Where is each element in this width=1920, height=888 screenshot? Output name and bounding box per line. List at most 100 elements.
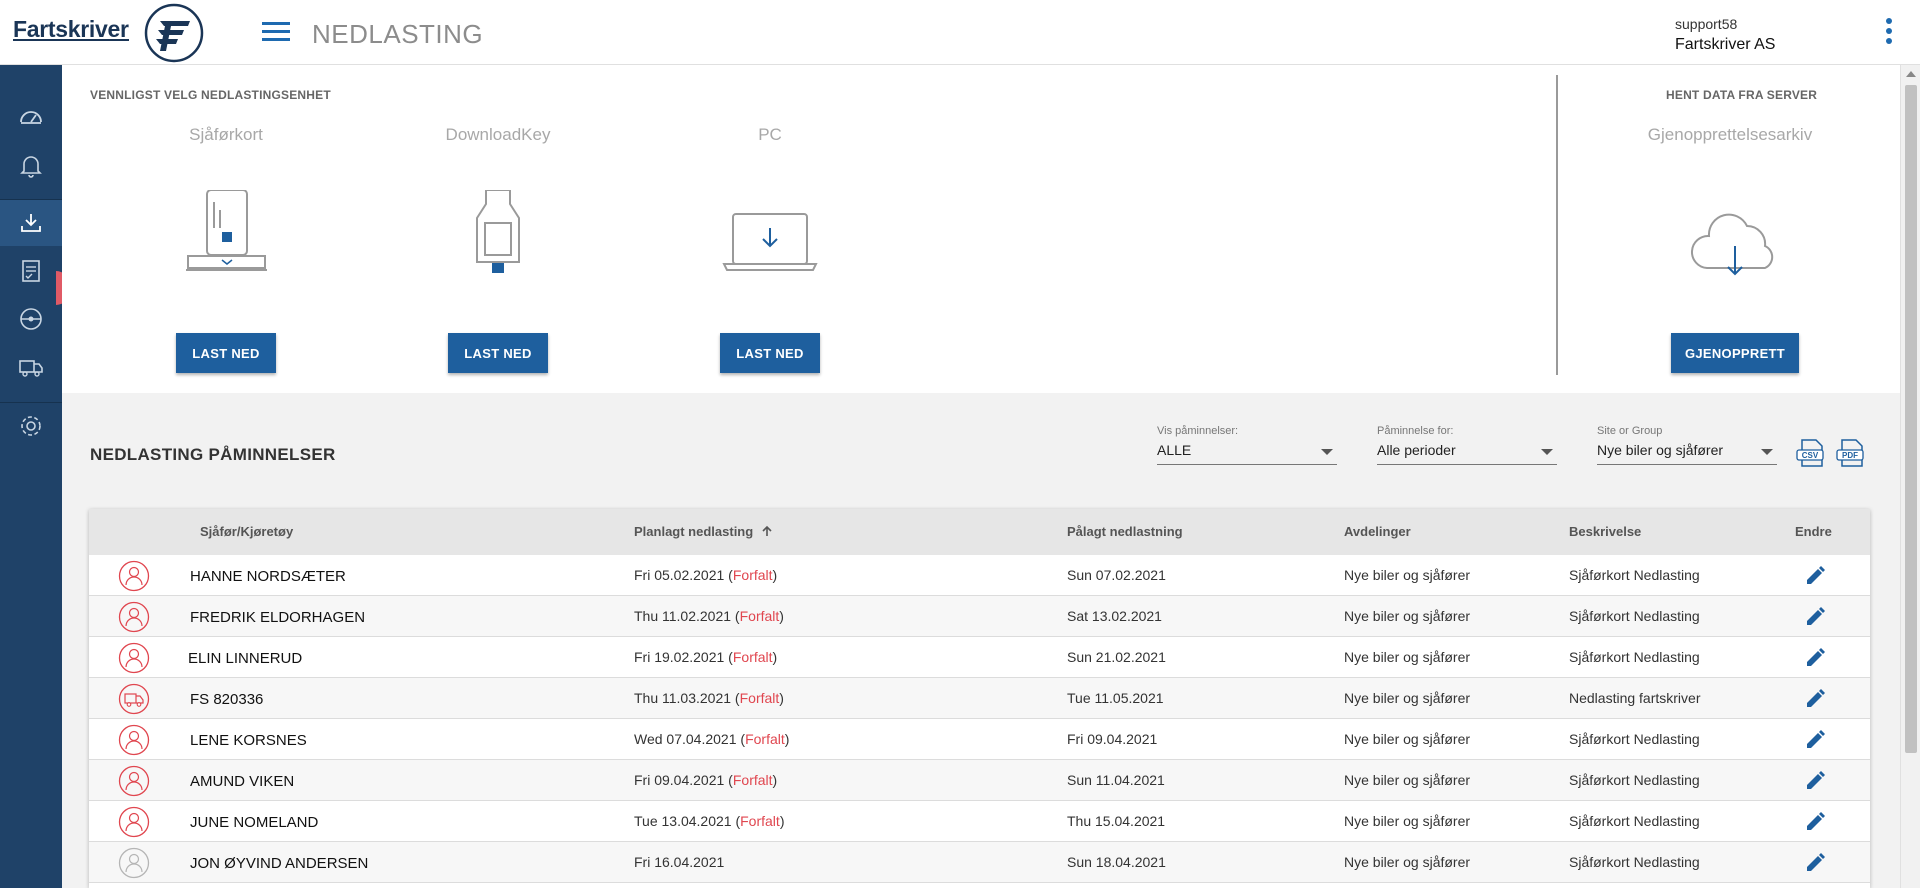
driver-avatar-icon: [118, 724, 150, 756]
row-name[interactable]: JUNE NOMELAND: [190, 814, 318, 831]
row-planned-date: Tue 13.04.2021 (Forfalt): [634, 813, 784, 829]
overdue-badge: (Forfalt): [724, 772, 778, 788]
filter-value: ALLE: [1157, 442, 1192, 458]
report-icon: [22, 260, 40, 282]
row-required-date: Sun 11.04.2021: [1067, 772, 1165, 788]
table-row[interactable]: LENE KORSNES Wed 07.04.2021 (Forfalt) Fri …: [89, 719, 1870, 760]
laptop-download-icon: [722, 213, 818, 271]
download-panel: VENNLIGST VELG NEDLASTINGSENHET Sjåførko…: [62, 65, 1900, 393]
download-key-icon: [476, 190, 520, 273]
planned-date: Wed 07.04.2021: [634, 731, 737, 747]
row-planned-date: Fri 19.02.2021 (Forfalt): [634, 649, 777, 665]
sidebar-item-settings[interactable]: [0, 403, 62, 449]
show-reminders-select[interactable]: Vis påminnelser: ALLE: [1157, 425, 1337, 465]
page-title: NEDLASTING: [312, 19, 484, 49]
csv-label: CSV: [1802, 451, 1819, 460]
download-key-button[interactable]: LAST NED: [448, 333, 548, 373]
row-department: Nye biler og sjåfører: [1344, 608, 1471, 624]
planned-date: Tue 13.04.2021: [634, 813, 732, 829]
row-required-date: Sun 18.04.2021: [1067, 854, 1166, 870]
site-group-select[interactable]: Site or Group Nye biler og sjåfører: [1597, 425, 1777, 465]
row-planned-date: Thu 11.02.2021 (Forfalt): [634, 608, 784, 624]
menu-toggle-button[interactable]: [262, 22, 290, 44]
device-title: Gjenopprettelsesarkiv: [1647, 125, 1813, 144]
column-header-planned[interactable]: Planlagt nedlasting: [634, 524, 773, 539]
edit-pencil-icon[interactable]: [1804, 852, 1826, 874]
sidebar-item-reports[interactable]: [0, 248, 62, 294]
restore-button[interactable]: GJENOPPRETT: [1671, 333, 1799, 373]
sidebar-item-notifications[interactable]: [0, 143, 62, 189]
row-description: Sjåførkort Nedlasting: [1569, 567, 1700, 583]
row-required-date: Sun 07.02.2021: [1067, 567, 1166, 583]
sidebar-item-dashboard[interactable]: [0, 94, 62, 140]
row-department: Nye biler og sjåfører: [1344, 772, 1471, 788]
planned-date: Fri 09.04.2021: [634, 772, 725, 788]
server-section-heading: HENT DATA FRA SERVER: [1666, 88, 1818, 102]
row-name[interactable]: FS 820336: [190, 691, 263, 708]
pdf-label: PDF: [1842, 451, 1858, 460]
section-divider: [1556, 75, 1558, 375]
download-pc-button[interactable]: LAST NED: [720, 333, 820, 373]
user-info[interactable]: support58 Fartskriver AS: [1675, 16, 1775, 54]
table-row[interactable]: FS 820336 Thu 11.03.2021 (Forfalt) Tue 11.…: [89, 678, 1870, 719]
edit-pencil-icon[interactable]: [1804, 811, 1826, 833]
row-description: Sjåførkort Nedlasting: [1569, 813, 1700, 829]
row-name[interactable]: LENE KORSNES: [190, 732, 307, 749]
gear-icon: [21, 416, 41, 436]
column-header-description[interactable]: Beskrivelse: [1569, 524, 1641, 539]
table-row[interactable]: JUNE NOMELAND Tue 13.04.2021 (Forfalt) Thu…: [89, 801, 1870, 842]
scroll-thumb[interactable]: [1905, 85, 1917, 753]
column-header-required[interactable]: Pålagt nedlastning: [1067, 524, 1183, 539]
row-name[interactable]: JON ØYVIND ANDERSEN: [190, 855, 368, 872]
edit-pencil-icon[interactable]: [1804, 770, 1826, 792]
row-name[interactable]: HANNE NORDSÆTER: [190, 568, 346, 585]
edit-pencil-icon[interactable]: [1804, 565, 1826, 587]
row-required-date: Tue 11.05.2021: [1067, 690, 1164, 706]
scroll-up-arrow-icon[interactable]: [1906, 71, 1916, 77]
reminder-period-select[interactable]: Påminnelse for: Alle perioder: [1377, 425, 1557, 465]
csv-export-icon[interactable]: CSV: [1796, 438, 1826, 468]
sidebar-item-drivers[interactable]: [0, 296, 62, 342]
table-row[interactable]: FREDRIK ELDORHAGEN Thu 11.02.2021 (Forfal…: [89, 596, 1870, 637]
table-row[interactable]: JON ØYVIND ANDERSEN Fri 16.04.2021 Sun 18.…: [89, 842, 1870, 883]
edit-pencil-icon[interactable]: [1804, 688, 1826, 710]
brand-logo-icon: [144, 3, 204, 63]
edit-pencil-icon[interactable]: [1804, 647, 1826, 669]
truck-icon: [19, 360, 43, 377]
row-name[interactable]: FREDRIK ELDORHAGEN: [190, 609, 365, 626]
row-name[interactable]: ELIN LINNERUD: [188, 650, 302, 667]
sidebar-item-download[interactable]: [0, 200, 62, 246]
filter-value: Alle perioder: [1377, 442, 1456, 458]
column-header-edit: Endre: [1795, 524, 1832, 539]
row-description: Sjåførkort Nedlasting: [1569, 854, 1700, 870]
row-name[interactable]: AMUND VIKEN: [190, 773, 294, 790]
column-header-departments[interactable]: Avdelinger: [1344, 524, 1411, 539]
row-department: Nye biler og sjåfører: [1344, 690, 1471, 706]
chevron-down-icon: [1541, 449, 1553, 455]
page-scrollbar[interactable]: [1900, 65, 1920, 888]
table-row[interactable]: ELIN LINNERUD Fri 19.02.2021 (Forfalt) Sun…: [89, 637, 1870, 678]
chevron-down-icon: [1761, 449, 1773, 455]
row-description: Sjåførkort Nedlasting: [1569, 731, 1700, 747]
row-required-date: Thu 15.04.2021: [1067, 813, 1166, 829]
download-driver-card-button[interactable]: LAST NED: [176, 333, 276, 373]
table-row[interactable]: AMUND VIKEN Fri 09.04.2021 (Forfalt) Sun 1…: [89, 760, 1870, 801]
filter-value: Nye biler og sjåfører: [1597, 442, 1724, 458]
filter-label: Påminnelse for:: [1377, 425, 1454, 437]
pdf-export-icon[interactable]: PDF: [1836, 438, 1866, 468]
row-planned-date: Wed 07.04.2021 (Forfalt): [634, 731, 789, 747]
sidebar: [0, 65, 70, 888]
sidebar-item-vehicles[interactable]: [0, 344, 62, 390]
planned-date: Fri 05.02.2021: [634, 567, 725, 583]
edit-pencil-icon[interactable]: [1804, 606, 1826, 628]
more-options-icon[interactable]: [1884, 18, 1894, 50]
row-required-date: Sun 21.02.2021: [1067, 649, 1166, 665]
vehicle-avatar-icon: [118, 683, 150, 715]
driver-avatar-icon: [118, 601, 150, 633]
table-row[interactable]: HANNE NORDSÆTER Fri 05.02.2021 (Forfalt) S…: [89, 555, 1870, 596]
planned-date: Thu 11.02.2021: [634, 608, 732, 624]
device-section-heading: VENNLIGST VELG NEDLASTINGSENHET: [90, 88, 331, 102]
edit-pencil-icon[interactable]: [1804, 729, 1826, 751]
column-header-name[interactable]: Sjåfør/Kjøretøy: [200, 524, 293, 539]
top-bar: Fartskriver NEDLASTING support58 Fartskr…: [0, 0, 1920, 65]
